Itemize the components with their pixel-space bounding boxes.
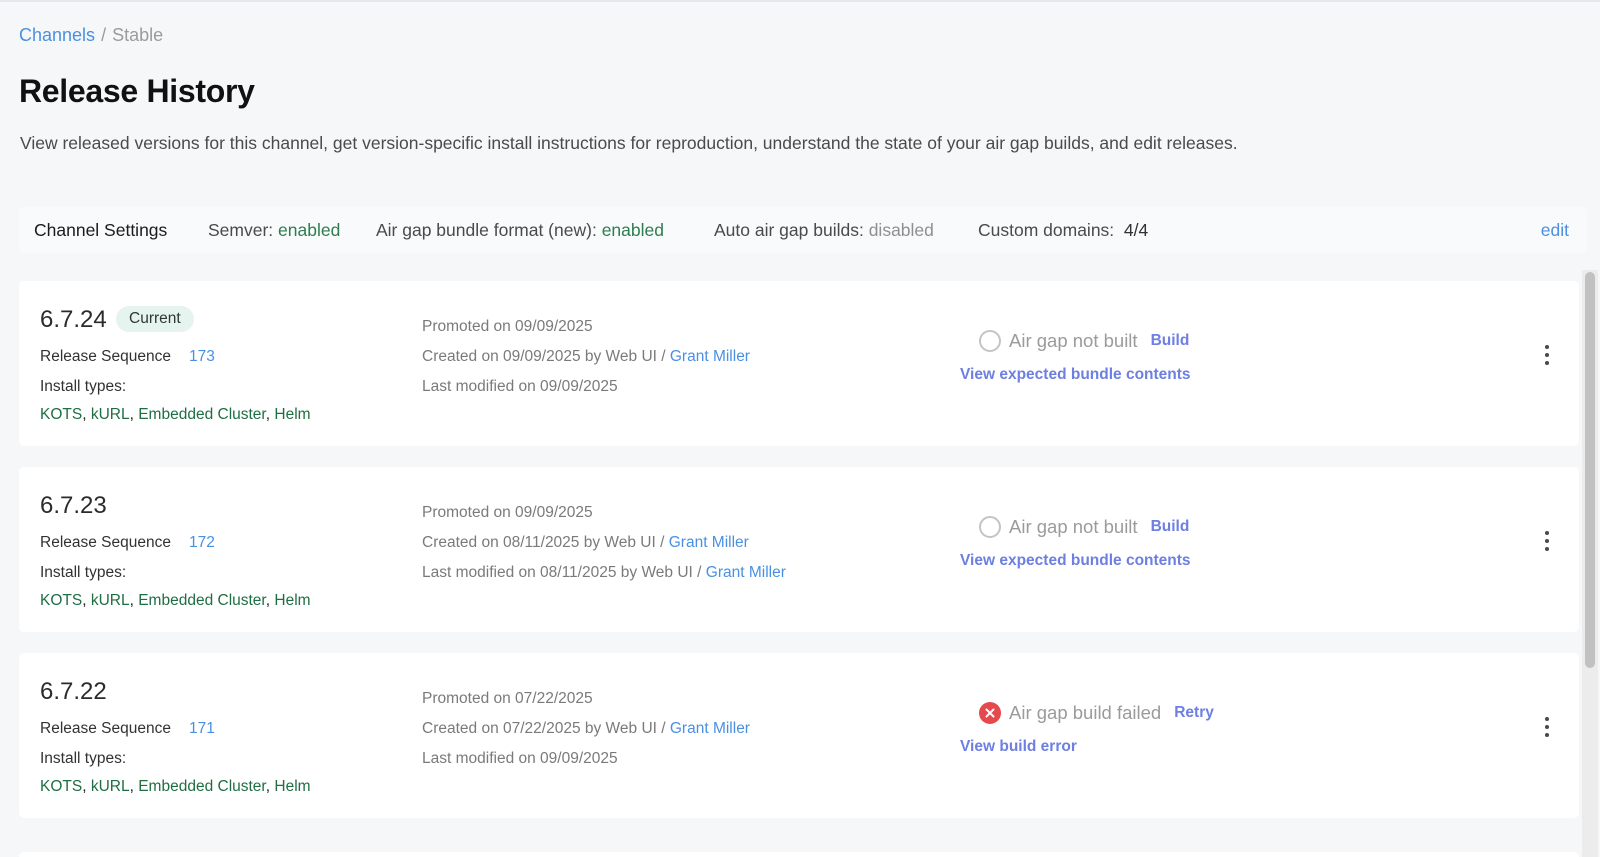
install-type-kots: KOTS — [40, 778, 83, 795]
install-type-embedded-cluster: Embedded Cluster — [138, 592, 266, 609]
airgap-status: Air gap build failed Retry — [979, 701, 1214, 725]
airgap-status: Air gap not built Build — [979, 515, 1189, 539]
custom-domains-setting: Custom domains: 4/4 — [978, 220, 1148, 241]
install-type-helm: Helm — [274, 778, 311, 795]
install-types-list: KOTS, kURL, Embedded Cluster, Helm — [40, 778, 311, 795]
modified-text: Last modified on 08/11/2025 by Web UI / — [422, 564, 706, 581]
retry-button[interactable]: Retry — [1174, 704, 1214, 722]
release-version: 6.7.23 — [40, 492, 107, 519]
modified-text: Last modified on 09/09/2025 — [422, 378, 618, 395]
build-button[interactable]: Build — [1151, 518, 1190, 536]
semver-value: enabled — [278, 220, 341, 240]
circle-outline-icon — [979, 516, 1001, 538]
created-info: Created on 08/11/2025 by Web UI / Grant … — [422, 534, 749, 552]
created-author-link[interactable]: Grant Miller — [670, 348, 750, 365]
breadcrumb: Channels / Stable — [19, 24, 163, 46]
created-author-link[interactable]: Grant Miller — [669, 534, 749, 551]
modified-author-link[interactable]: Grant Miller — [706, 564, 786, 581]
breadcrumb-channels-link[interactable]: Channels — [19, 25, 95, 45]
error-x-icon — [979, 702, 1001, 724]
auto-builds-setting: Auto air gap builds: disabled — [714, 220, 934, 241]
view-bundle-contents-link[interactable]: View expected bundle contents — [960, 552, 1191, 570]
breadcrumb-current: Stable — [112, 25, 164, 45]
promoted-date: Promoted on 09/09/2025 — [422, 504, 593, 521]
modified-info: Last modified on 09/09/2025 — [422, 750, 618, 768]
custom-domains-value: 4/4 — [1123, 220, 1149, 240]
install-type-helm: Helm — [274, 592, 311, 609]
install-type-kots: KOTS — [40, 592, 83, 609]
created-author-link[interactable]: Grant Miller — [670, 720, 750, 737]
page-description: View released versions for this channel,… — [20, 133, 1238, 153]
release-card: 6.7.24 Current Release Sequence 173 Inst… — [19, 281, 1579, 446]
auto-builds-value: disabled — [868, 220, 934, 240]
airgap-status-text: Air gap build failed — [1009, 702, 1162, 723]
created-text: Created on 09/09/2025 by Web UI / — [422, 348, 670, 365]
release-version: 6.7.24 — [40, 306, 107, 333]
install-type-helm: Helm — [274, 406, 311, 423]
view-bundle-contents-link[interactable]: View expected bundle contents — [960, 366, 1191, 384]
created-text: Created on 08/11/2025 by Web UI / — [422, 534, 669, 551]
top-border — [0, 0, 1600, 2]
current-badge: Current — [116, 306, 194, 332]
more-options-icon[interactable] — [1537, 529, 1557, 553]
circle-outline-icon — [979, 330, 1001, 352]
promoted-date: Promoted on 07/22/2025 — [422, 690, 593, 707]
bundle-format-label: Air gap bundle format (new): — [376, 220, 597, 240]
custom-domains-label: Custom domains: — [978, 220, 1115, 240]
semver-label: Semver: — [208, 220, 274, 240]
install-types-list: KOTS, kURL, Embedded Cluster, Helm — [40, 592, 311, 609]
install-type-kurl: kURL — [90, 406, 130, 423]
created-info: Created on 09/09/2025 by Web UI / Grant … — [422, 348, 750, 366]
bundle-format-setting: Air gap bundle format (new): enabled — [376, 220, 664, 241]
more-options-icon[interactable] — [1537, 343, 1557, 367]
release-sequence-link[interactable]: 172 — [189, 534, 215, 552]
install-type-kurl: kURL — [90, 592, 130, 609]
more-options-icon[interactable] — [1537, 715, 1557, 739]
auto-builds-label: Auto air gap builds: — [714, 220, 864, 240]
install-type-kots: KOTS — [40, 406, 83, 423]
install-types-list: KOTS, kURL, Embedded Cluster, Helm — [40, 406, 311, 423]
release-sequence-link[interactable]: 171 — [189, 720, 215, 738]
modified-info: Last modified on 09/09/2025 — [422, 378, 618, 396]
install-type-embedded-cluster: Embedded Cluster — [138, 778, 266, 795]
breadcrumb-separator: / — [101, 25, 107, 45]
release-sequence-label: Release Sequence — [40, 534, 171, 551]
airgap-status-text: Air gap not built — [1009, 516, 1138, 537]
page-title: Release History — [19, 73, 255, 109]
scrollbar-thumb[interactable] — [1585, 272, 1595, 668]
bundle-format-value: enabled — [601, 220, 664, 240]
release-sequence-label: Release Sequence — [40, 348, 171, 365]
install-type-embedded-cluster: Embedded Cluster — [138, 406, 266, 423]
airgap-status-text: Air gap not built — [1009, 330, 1138, 351]
promoted-date: Promoted on 09/09/2025 — [422, 318, 593, 335]
release-version: 6.7.22 — [40, 678, 107, 705]
edit-settings-link[interactable]: edit — [1541, 220, 1569, 241]
install-types-label: Install types: — [40, 750, 127, 767]
build-button[interactable]: Build — [1151, 332, 1190, 350]
release-card: 6.7.22 Release Sequence 171 Install type… — [19, 653, 1579, 818]
install-types-label: Install types: — [40, 564, 127, 581]
modified-info: Last modified on 08/11/2025 by Web UI / … — [422, 564, 786, 582]
install-type-kurl: kURL — [90, 778, 130, 795]
release-card-partial — [19, 852, 1579, 857]
created-info: Created on 07/22/2025 by Web UI / Grant … — [422, 720, 750, 738]
channel-settings-title: Channel Settings — [34, 220, 168, 240]
release-sequence-link[interactable]: 173 — [189, 348, 215, 366]
semver-setting: Semver: enabled — [208, 220, 340, 241]
install-types-label: Install types: — [40, 378, 127, 395]
release-card: 6.7.23 Release Sequence 172 Install type… — [19, 467, 1579, 632]
modified-text: Last modified on 09/09/2025 — [422, 750, 618, 767]
airgap-status: Air gap not built Build — [979, 329, 1189, 353]
channel-settings-bar: Channel Settings Semver: enabled Air gap… — [19, 207, 1587, 253]
view-build-error-link[interactable]: View build error — [960, 738, 1077, 756]
created-text: Created on 07/22/2025 by Web UI / — [422, 720, 670, 737]
release-sequence-label: Release Sequence — [40, 720, 171, 737]
